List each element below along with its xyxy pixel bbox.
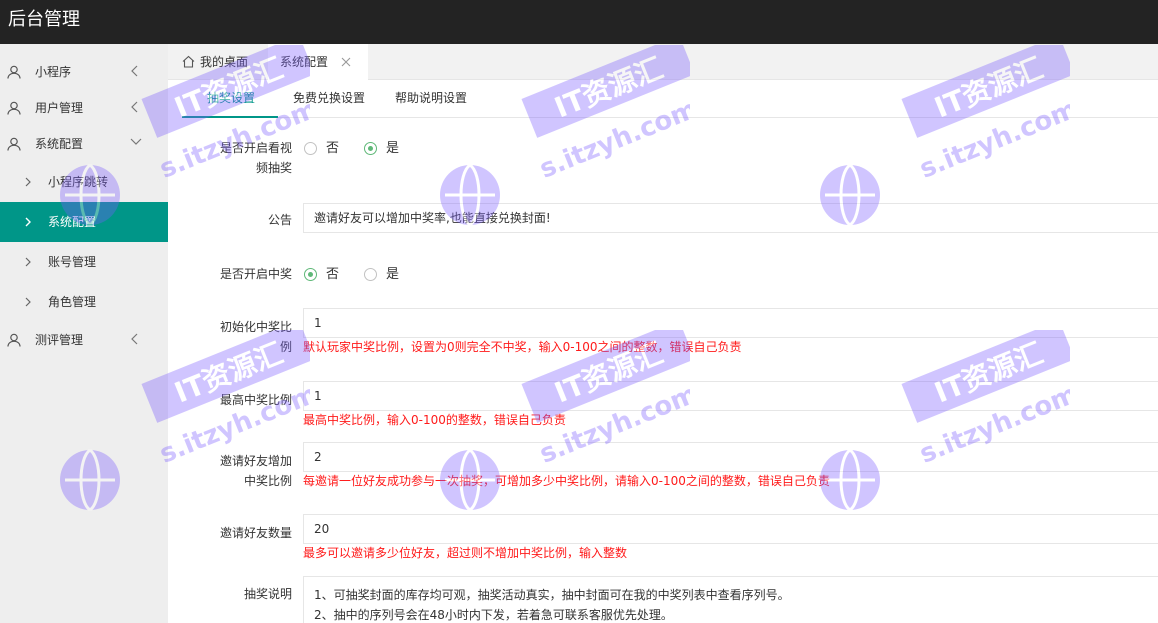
sidebar-item-evaluation[interactable]: 测评管理 — [0, 320, 168, 360]
sidebar-subitem-roles[interactable]: 角色管理 — [0, 282, 168, 322]
init-rate-hint: 默认玩家中奖比例，设置为0则完全不中奖，输入0-100之间的整数，错误自己负责 — [303, 340, 742, 354]
sidebar-subitem-label: 小程序跳转 — [48, 175, 109, 189]
field-label-notice: 公告 — [267, 213, 292, 227]
chevron-right-icon — [25, 177, 31, 187]
invite-count-hint: 最多可以邀请多少位好友，超过则不增加中奖比例，输入整数 — [303, 546, 628, 560]
user-icon — [7, 101, 21, 115]
app-title: 后台管理 — [8, 9, 80, 30]
field-label-video-lottery: 是否开启看视 频抽奖 — [219, 141, 292, 175]
close-icon[interactable] — [341, 57, 351, 67]
chevron-right-icon — [25, 217, 31, 227]
max-rate-input[interactable]: 1 — [303, 381, 1158, 411]
sidebar-subitem-system-config[interactable]: 系统配置 — [0, 202, 168, 242]
sidebar-subitem-label: 账号管理 — [48, 255, 97, 269]
sidebar-subitem-label: 角色管理 — [48, 295, 97, 309]
sidebar-item-label: 小程序 — [35, 65, 72, 79]
invite-rate-input[interactable]: 2 — [303, 442, 1158, 472]
sidebar: 小程序 用户管理 系统配置 小程序跳转 系统配置 账号管理 角色管理 测评管理 — [0, 44, 168, 623]
chevron-left-icon — [131, 101, 138, 113]
sidebar-item-miniprogram[interactable]: 小程序 — [0, 52, 168, 92]
max-rate-hint: 最高中奖比例，输入0-100的整数，错误自己负责 — [303, 413, 566, 427]
field-label-invite-rate: 邀请好友增加 中奖比例 — [219, 454, 292, 488]
chevron-left-icon — [131, 65, 138, 77]
top-bar: 后台管理 — [0, 0, 1158, 44]
tab-label: 系统配置 — [280, 55, 329, 69]
user-icon — [7, 137, 21, 151]
tab-free-exchange-settings[interactable]: 免费兑换设置 — [293, 89, 365, 107]
notice-input[interactable]: 邀请好友可以增加中奖率,也能直接兑换封面! — [303, 203, 1158, 233]
main-content: 抽奖设置 免费兑换设置 帮助说明设置 是否开启看视 频抽奖 否 是 公告 邀请好… — [182, 80, 1158, 623]
sidebar-item-label: 用户管理 — [35, 101, 84, 115]
tab-system-config[interactable]: 系统配置 — [268, 44, 368, 80]
sidebar-item-users[interactable]: 用户管理 — [0, 88, 168, 128]
sidebar-subitem-miniprogram-jump[interactable]: 小程序跳转 — [0, 162, 168, 202]
init-rate-input[interactable]: 1 — [303, 308, 1158, 338]
tab-bar: 我的桌面 系统配置 — [168, 44, 1158, 80]
sidebar-subitem-accounts[interactable]: 账号管理 — [0, 242, 168, 282]
tab-label: 我的桌面 — [200, 55, 249, 69]
sidebar-subitem-label: 系统配置 — [48, 215, 97, 229]
settings-tabs: 抽奖设置 免费兑换设置 帮助说明设置 — [182, 80, 1158, 118]
field-label-win-enabled: 是否开启中奖 — [219, 267, 292, 281]
active-tab-indicator — [182, 116, 278, 118]
user-icon — [7, 333, 21, 347]
invite-rate-hint: 每邀请一位好友成功参与一次抽奖，可增加多少中奖比例，请输入0-100之间的整数，… — [303, 474, 830, 488]
chevron-right-icon — [25, 297, 31, 307]
tab-lottery-settings[interactable]: 抽奖设置 — [207, 89, 255, 107]
chevron-right-icon — [25, 257, 31, 267]
invite-count-input[interactable]: 20 — [303, 514, 1158, 544]
user-icon — [7, 65, 21, 79]
chevron-down-icon — [130, 138, 142, 145]
sidebar-item-label: 测评管理 — [35, 333, 84, 347]
field-label-invite-count: 邀请好友数量 — [219, 526, 292, 540]
home-icon — [182, 55, 195, 68]
field-label-max-rate: 最高中奖比例 — [219, 393, 292, 407]
lottery-desc-textarea[interactable]: 1、可抽奖封面的库存均可观，抽奖活动真实，抽中封面可在我的中奖列表中查看序列号。… — [303, 576, 1158, 623]
sidebar-item-system-config[interactable]: 系统配置 — [0, 124, 168, 164]
chevron-left-icon — [131, 333, 138, 345]
tab-home[interactable]: 我的桌面 — [182, 44, 248, 80]
field-label-lottery-desc: 抽奖说明 — [243, 587, 292, 601]
field-label-init-rate: 初始化中奖比 例 — [219, 320, 292, 354]
tab-help-settings[interactable]: 帮助说明设置 — [395, 89, 467, 107]
sidebar-item-label: 系统配置 — [35, 137, 84, 151]
